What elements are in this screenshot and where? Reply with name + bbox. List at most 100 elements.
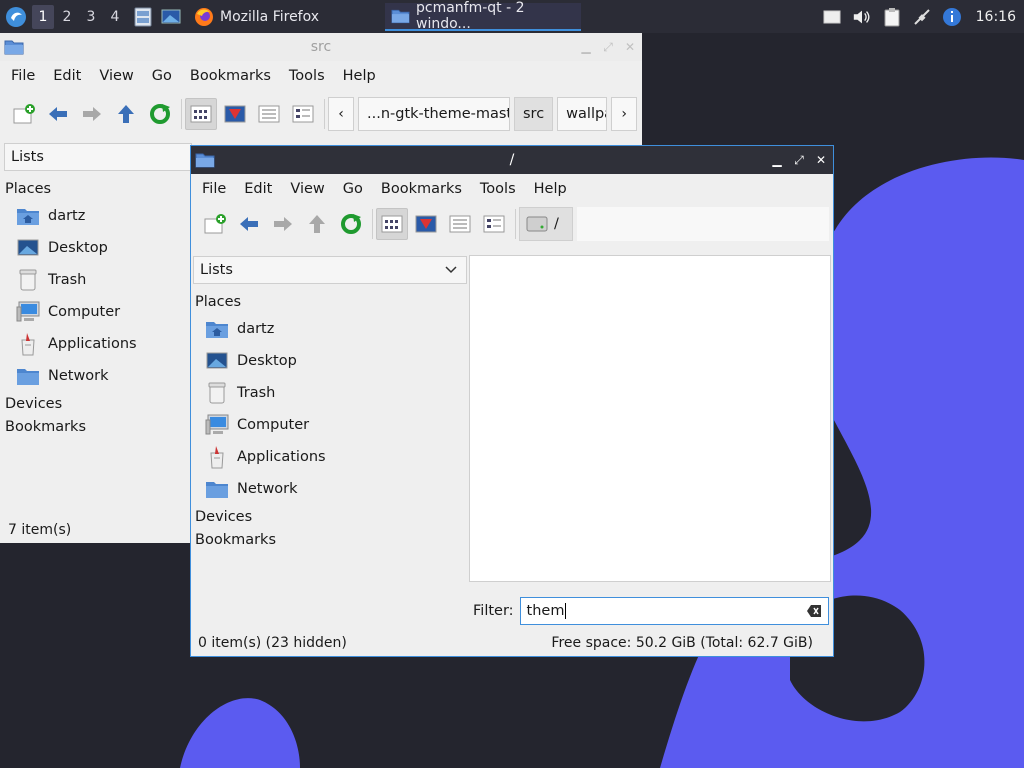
front-breadcrumb-root-label: / bbox=[554, 216, 559, 232]
front-go-forward-button[interactable] bbox=[267, 208, 299, 240]
workspace-3[interactable]: 3 bbox=[80, 5, 102, 29]
front-place-desktop[interactable]: Desktop bbox=[193, 345, 467, 377]
back-menu-edit[interactable]: Edit bbox=[44, 68, 90, 84]
file-manager-launcher[interactable] bbox=[132, 6, 154, 28]
back-place-home[interactable]: dartz bbox=[0, 200, 190, 232]
front-go-up-button[interactable] bbox=[301, 208, 333, 240]
clock[interactable]: 16:16 bbox=[976, 9, 1016, 25]
back-place-applications[interactable]: Applications bbox=[0, 328, 190, 360]
front-file-view[interactable] bbox=[469, 255, 831, 582]
back-place-computer[interactable]: Computer bbox=[0, 296, 190, 328]
show-desktop-button[interactable] bbox=[160, 6, 182, 28]
front-place-computer[interactable]: Computer bbox=[193, 409, 467, 441]
front-menu-help[interactable]: Help bbox=[525, 181, 576, 197]
back-menu-view[interactable]: View bbox=[90, 68, 142, 84]
front-compact-view-button[interactable] bbox=[444, 208, 476, 240]
front-close-button[interactable]: ✕ bbox=[815, 154, 827, 166]
front-toolbar-separator bbox=[372, 209, 373, 239]
front-thumbnail-view-button[interactable] bbox=[410, 208, 442, 240]
task-firefox[interactable]: Mozilla Firefox bbox=[188, 3, 325, 31]
back-window-titlebar[interactable]: src ▁ ⤢ ✕ bbox=[0, 33, 642, 61]
front-go-back-button[interactable] bbox=[233, 208, 265, 240]
back-menu-file[interactable]: File bbox=[2, 68, 44, 84]
back-place-desktop[interactable]: Desktop bbox=[0, 232, 190, 264]
info-icon bbox=[942, 7, 961, 26]
tray-window-button[interactable] bbox=[822, 7, 842, 27]
front-reload-button[interactable] bbox=[335, 208, 367, 240]
volume-button[interactable] bbox=[852, 7, 872, 27]
front-menu-bookmarks[interactable]: Bookmarks bbox=[372, 181, 471, 197]
front-maximize-button[interactable]: ⤢ bbox=[793, 154, 805, 166]
back-window-title: src bbox=[310, 39, 332, 55]
back-devices-header[interactable]: Devices bbox=[0, 392, 190, 415]
front-breadcrumb-root[interactable]: / bbox=[519, 207, 573, 241]
back-breadcrumb-child[interactable]: wallpa... bbox=[557, 97, 608, 131]
front-places-list: Places dartz Desktop Trash Computer Appl… bbox=[193, 290, 467, 551]
back-thumbnail-view-button[interactable] bbox=[219, 98, 251, 130]
front-status-free-space: Free space: 50.2 GiB (Total: 62.7 GiB) bbox=[551, 635, 813, 651]
front-place-trash[interactable]: Trash bbox=[193, 377, 467, 409]
front-path-bar-empty[interactable] bbox=[577, 207, 829, 241]
front-filter-input[interactable]: them bbox=[519, 597, 829, 625]
clear-filter-button[interactable] bbox=[806, 604, 822, 622]
back-place-network[interactable]: Network bbox=[0, 360, 190, 392]
workspace-1[interactable]: 1 bbox=[32, 4, 54, 29]
front-menu-go[interactable]: Go bbox=[334, 181, 372, 197]
back-go-up-button[interactable] bbox=[110, 98, 142, 130]
back-breadcrumb-scroll-right[interactable]: › bbox=[611, 97, 638, 131]
notification-button[interactable] bbox=[942, 7, 962, 27]
back-breadcrumb-parent[interactable]: ...n-gtk-theme-master bbox=[358, 97, 510, 131]
front-icon-view-button[interactable] bbox=[376, 208, 408, 240]
back-go-back-button[interactable] bbox=[42, 98, 74, 130]
front-menu-edit[interactable]: Edit bbox=[235, 181, 281, 197]
front-bookmarks-header[interactable]: Bookmarks bbox=[193, 528, 467, 551]
front-detailed-view-button[interactable] bbox=[478, 208, 510, 240]
back-new-tab-button[interactable] bbox=[8, 98, 40, 130]
back-reload-button[interactable] bbox=[144, 98, 176, 130]
front-devices-header[interactable]: Devices bbox=[193, 505, 467, 528]
task-pcmanfm[interactable]: pcmanfm-qt - 2 windo... bbox=[385, 0, 582, 32]
workspace-2[interactable]: 2 bbox=[56, 5, 78, 29]
front-menu-tools[interactable]: Tools bbox=[471, 181, 525, 197]
front-place-applications-label: Applications bbox=[237, 449, 326, 465]
back-place-trash[interactable]: Trash bbox=[0, 264, 190, 296]
front-place-home[interactable]: dartz bbox=[193, 313, 467, 345]
back-icon-view-button[interactable] bbox=[185, 98, 217, 130]
compact-view-icon bbox=[258, 105, 280, 123]
back-breadcrumb-scroll-left[interactable]: ‹ bbox=[328, 97, 354, 131]
back-side-pane-mode[interactable]: Lists bbox=[4, 143, 192, 171]
back-side-pane-mode-label: Lists bbox=[11, 149, 44, 165]
workspace-4[interactable]: 4 bbox=[104, 5, 126, 29]
front-toolbar: / bbox=[191, 204, 833, 244]
back-go-forward-button[interactable] bbox=[76, 98, 108, 130]
back-maximize-button[interactable]: ⤢ bbox=[602, 41, 614, 53]
front-places-header[interactable]: Places bbox=[193, 290, 467, 313]
desktop-icon bbox=[161, 9, 181, 23]
back-menu-go[interactable]: Go bbox=[143, 68, 181, 84]
front-menu-view[interactable]: View bbox=[281, 181, 333, 197]
back-places-header[interactable]: Places bbox=[0, 177, 190, 200]
start-menu-button[interactable] bbox=[2, 3, 30, 31]
icon-view-icon bbox=[190, 105, 212, 123]
back-bookmarks-header[interactable]: Bookmarks bbox=[0, 415, 190, 438]
front-side-pane-mode[interactable]: Lists bbox=[193, 256, 467, 284]
front-place-network[interactable]: Network bbox=[193, 473, 467, 505]
back-breadcrumb-current[interactable]: src bbox=[514, 97, 554, 131]
back-place-computer-label: Computer bbox=[48, 304, 121, 320]
front-filter-label: Filter: bbox=[473, 603, 514, 619]
back-close-button[interactable]: ✕ bbox=[624, 41, 636, 53]
front-window-titlebar[interactable]: / ▁ ⤢ ✕ bbox=[191, 146, 833, 174]
computer-icon bbox=[16, 300, 40, 324]
back-minimize-button[interactable]: ▁ bbox=[580, 41, 592, 53]
front-place-applications[interactable]: Applications bbox=[193, 441, 467, 473]
back-menu-bookmarks[interactable]: Bookmarks bbox=[181, 68, 280, 84]
clipboard-button[interactable] bbox=[882, 7, 902, 27]
front-minimize-button[interactable]: ▁ bbox=[771, 154, 783, 166]
back-detailed-view-button[interactable] bbox=[287, 98, 319, 130]
network-button[interactable] bbox=[912, 7, 932, 27]
front-new-tab-button[interactable] bbox=[199, 208, 231, 240]
back-menu-help[interactable]: Help bbox=[334, 68, 385, 84]
back-compact-view-button[interactable] bbox=[253, 98, 285, 130]
front-menu-file[interactable]: File bbox=[193, 181, 235, 197]
back-menu-tools[interactable]: Tools bbox=[280, 68, 334, 84]
